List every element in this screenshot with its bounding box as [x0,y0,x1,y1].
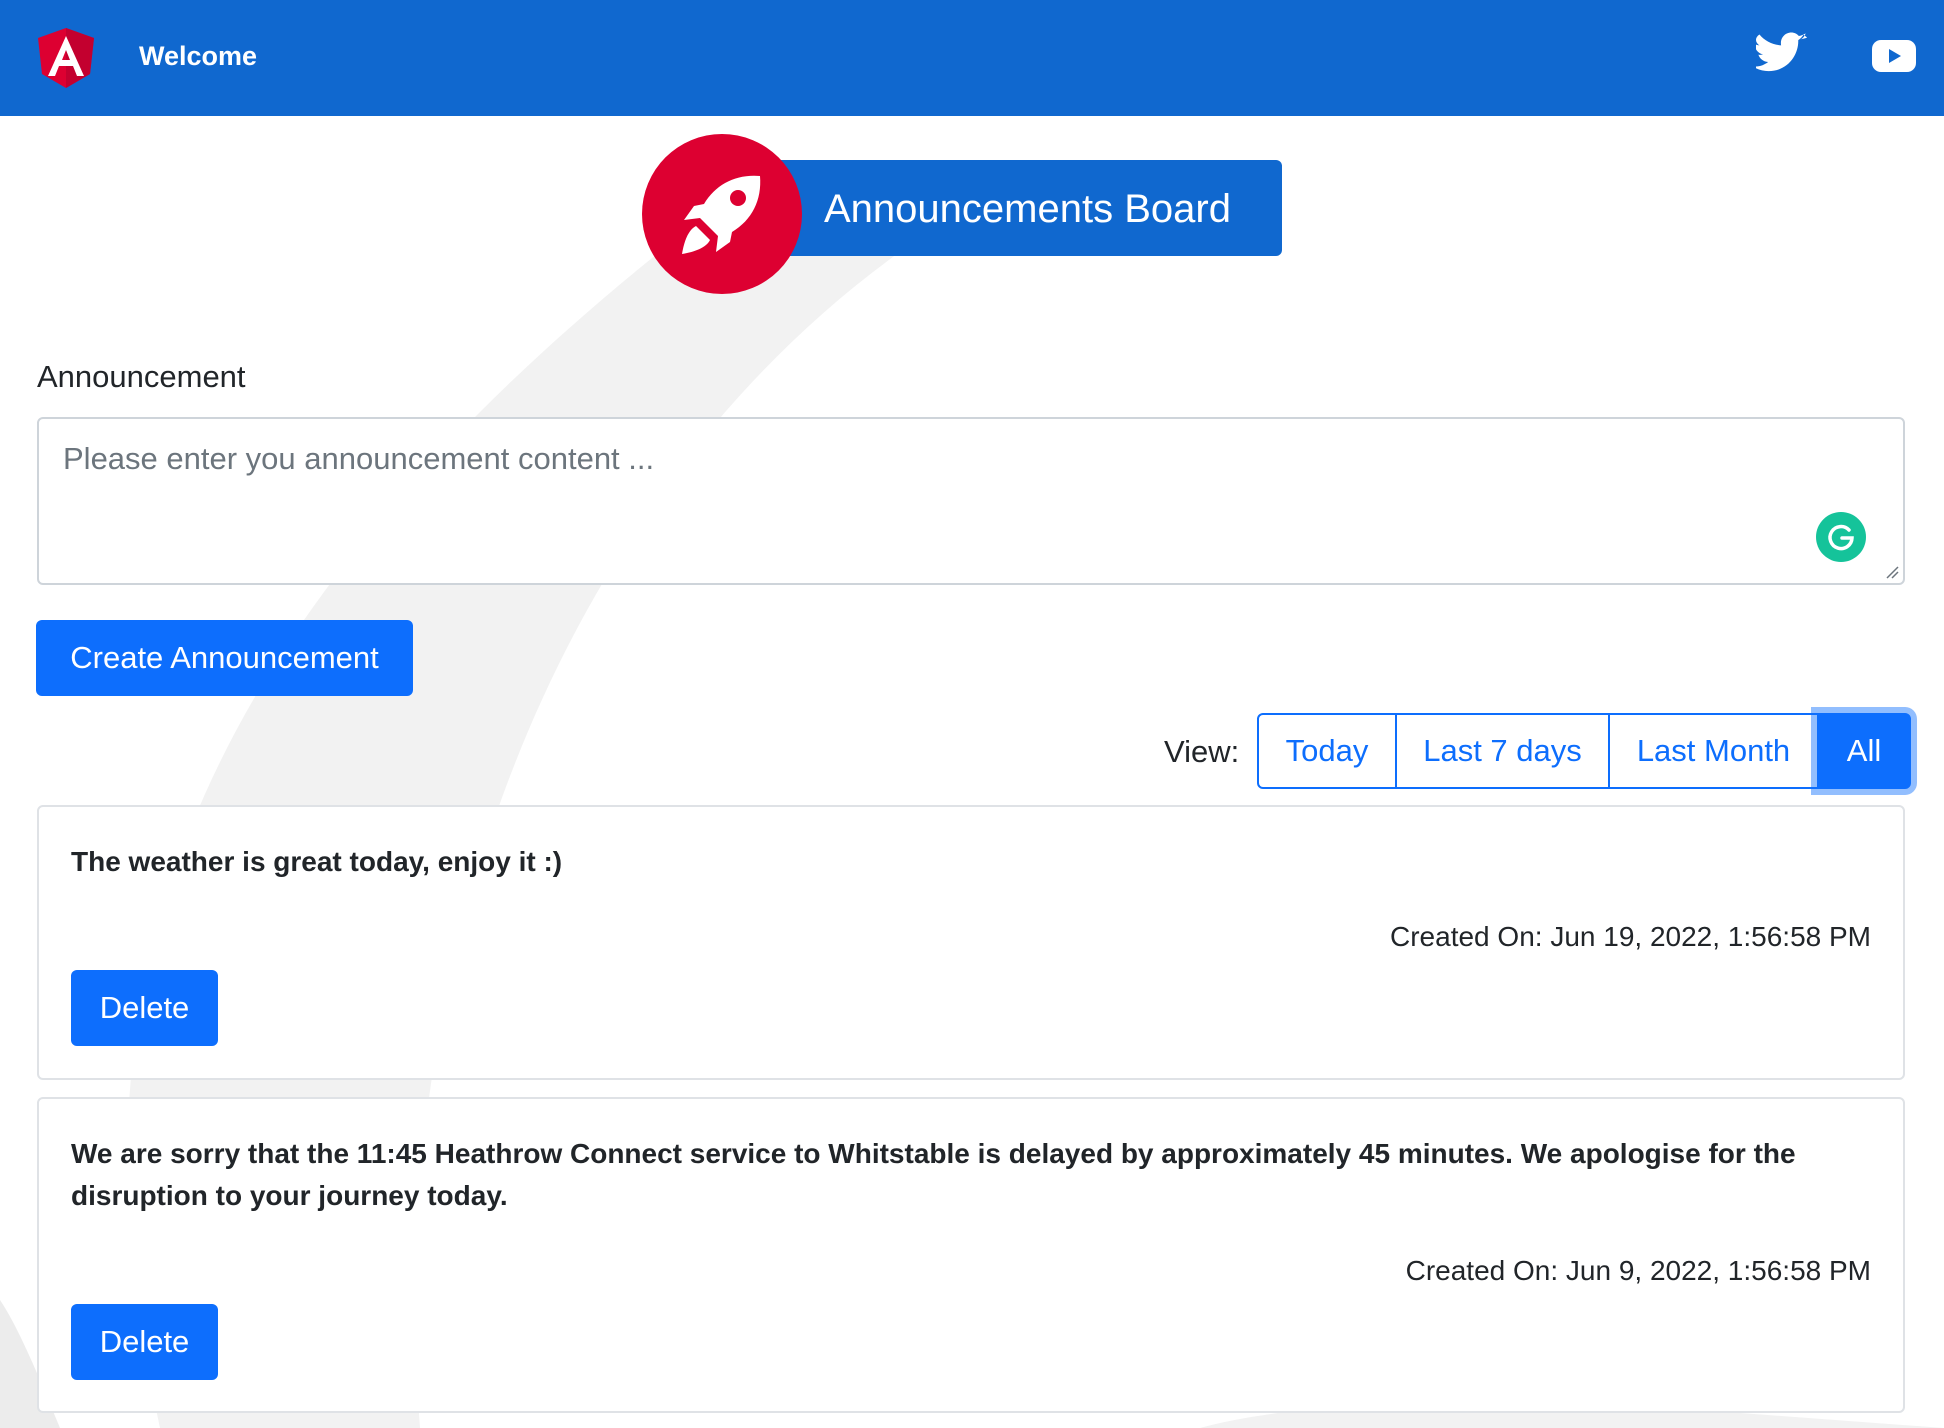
resize-handle-icon[interactable] [1885,565,1899,579]
announcement-label: Announcement [37,359,246,394]
filter-last-month-button[interactable]: Last Month [1608,713,1819,789]
announcement-placeholder: Please enter you announcement content ..… [63,441,655,476]
page-title: Announcements Board [824,187,1231,231]
announcement-card: We are sorry that the 11:45 Heathrow Con… [37,1097,1905,1413]
twitter-icon[interactable] [1756,32,1808,76]
announcement-content: We are sorry that the 11:45 Heathrow Con… [71,1138,1796,1211]
filter-all-button[interactable]: All [1817,713,1911,789]
create-announcement-button[interactable]: Create Announcement [36,620,413,696]
announcement-textarea[interactable]: Please enter you announcement content ..… [37,417,1905,585]
announcement-card: The weather is great today, enjoy it :) … [37,805,1905,1080]
grammarly-icon[interactable] [1816,512,1866,562]
delete-button[interactable]: Delete [71,970,218,1046]
youtube-icon[interactable] [1872,40,1916,72]
page-banner: Announcements Board [770,160,1282,256]
page: Welcome Announcements Board Announcement… [0,0,1944,1428]
filter-today-button[interactable]: Today [1257,713,1397,789]
rocket-badge [642,134,802,294]
angular-logo-icon[interactable] [34,26,98,90]
announcement-created-date: Created On: Jun 9, 2022, 1:56:58 PM [1405,1255,1871,1286]
announcement-content: The weather is great today, enjoy it :) [71,846,563,877]
toolbar-title: Welcome [139,41,258,71]
top-toolbar: Welcome [0,0,1944,116]
view-filter-label: View: [1164,734,1240,769]
announcement-created-date: Created On: Jun 19, 2022, 1:56:58 PM [1390,921,1871,952]
delete-button[interactable]: Delete [71,1304,218,1380]
grammarly-g-glyph [1828,524,1854,551]
rocket-icon [682,175,761,254]
view-filter-group: Today Last 7 days Last Month All [1257,713,1911,789]
filter-last-7-days-button[interactable]: Last 7 days [1395,713,1610,789]
